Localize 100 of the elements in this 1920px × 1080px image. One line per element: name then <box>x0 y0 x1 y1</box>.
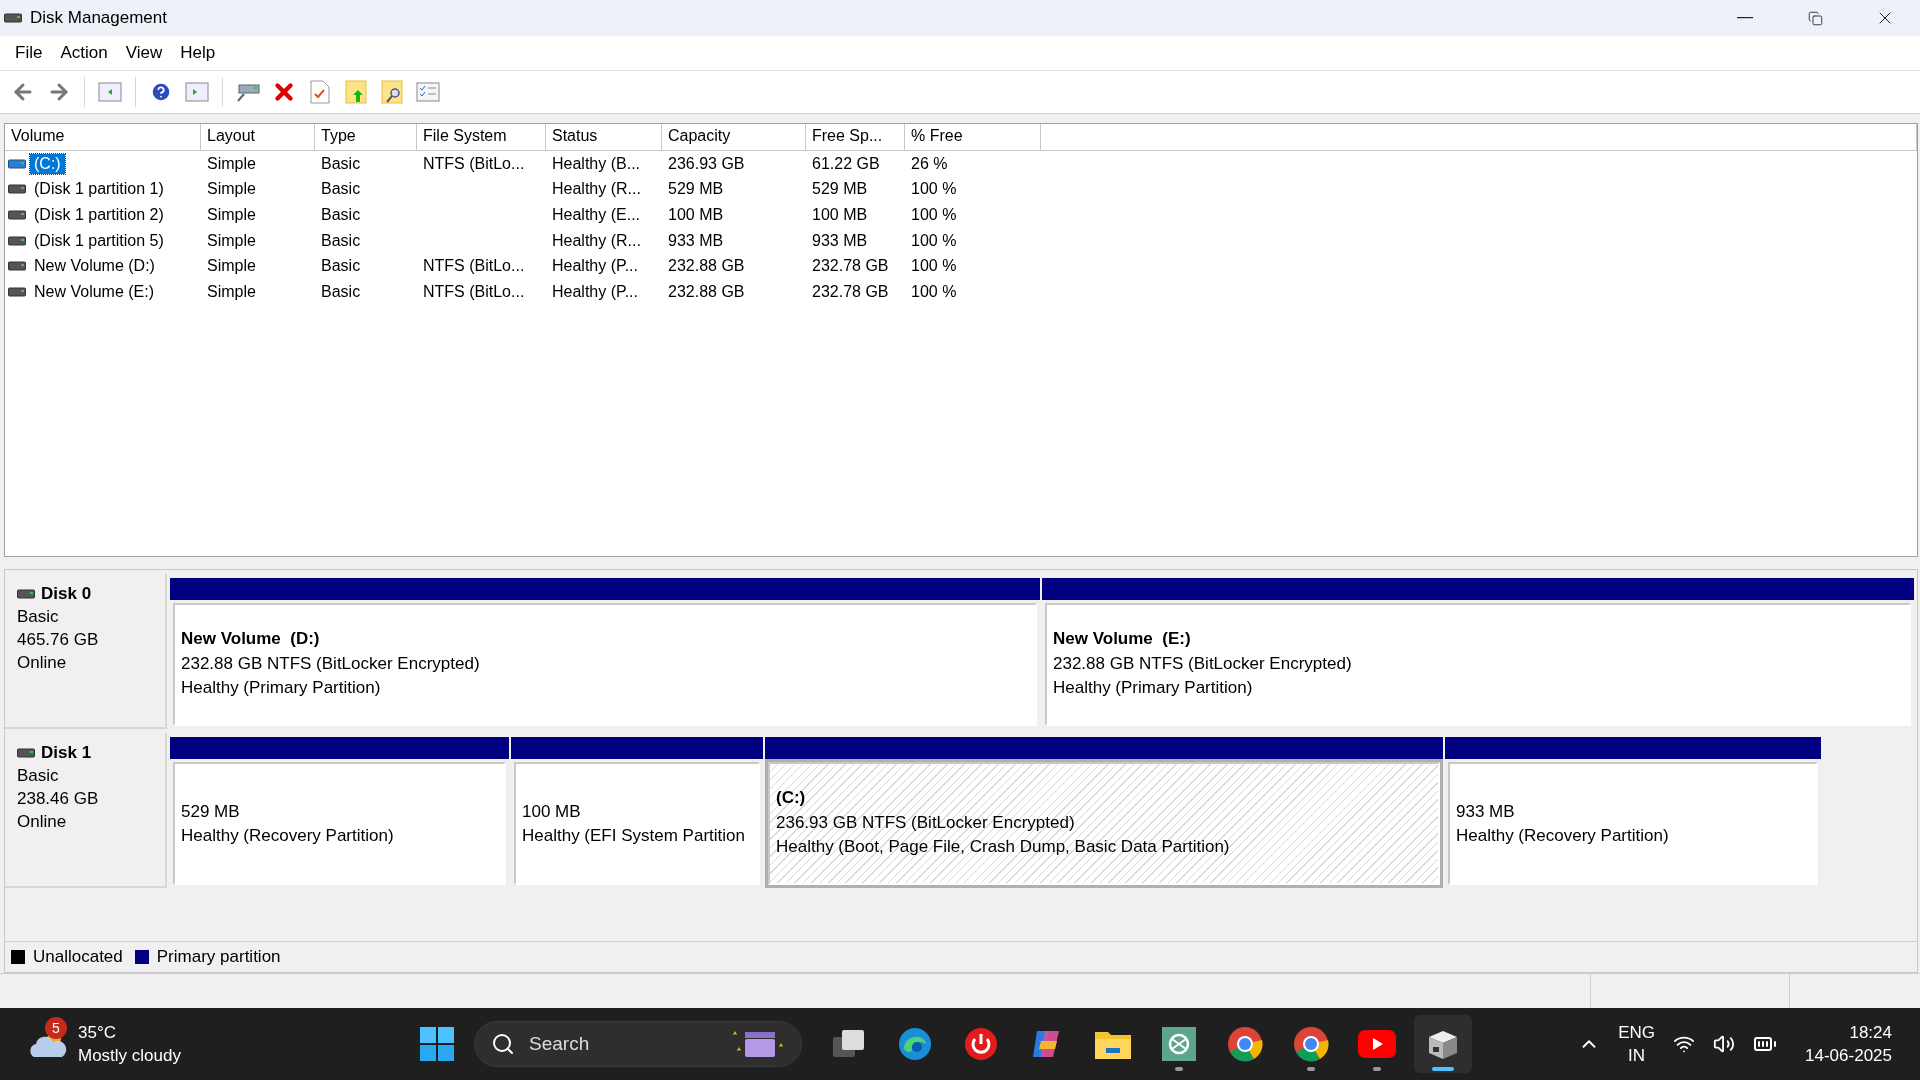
column-header[interactable]: File System <box>417 124 546 150</box>
table-cell-text: Basic <box>320 257 362 276</box>
partition-detail: 529 MB <box>181 800 241 823</box>
drive-label[interactable]: (Disk 1 partition 2) <box>30 205 168 225</box>
table-cell-text: 933 MB <box>811 231 869 250</box>
table-cell-text: 100 % <box>910 282 958 301</box>
clock-time[interactable]: 18:24 <box>1849 1021 1892 1044</box>
menu-item[interactable]: Action <box>51 39 117 67</box>
disk-status: Online <box>17 812 68 832</box>
table-cell-text: 100 % <box>910 231 958 250</box>
table-cell-text: Healthy (P... <box>551 282 639 301</box>
menu-item[interactable]: File <box>6 39 52 67</box>
table-cell-text: Healthy (R... <box>551 180 642 199</box>
table-cell-text: Healthy (R... <box>551 231 642 250</box>
drive-label[interactable]: (C:) <box>30 153 65 174</box>
table-cell-text: 529 MB <box>667 180 725 199</box>
column-header[interactable]: Capacity <box>662 124 806 150</box>
disk-name: Disk 1 <box>41 743 92 763</box>
minimize-icon <box>1737 17 1753 19</box>
language-indicator[interactable]: ENG <box>1618 1021 1656 1044</box>
partition-block[interactable]: 100 MB Healthy (EFI System Partition <box>514 762 760 885</box>
speaker-icon[interactable] <box>1713 1033 1736 1055</box>
menu-item[interactable]: View <box>116 39 172 67</box>
partition-health: Healthy (Primary Partition) <box>181 677 382 699</box>
disk-label-panel[interactable]: Disk 0 Basic 465.76 GB Online <box>5 574 167 729</box>
table-cell-text: 236.93 GB <box>667 154 746 173</box>
play-icon <box>1358 1030 1396 1058</box>
region-indicator[interactable]: IN <box>1628 1044 1646 1067</box>
table-cell-text: 933 MB <box>667 231 725 250</box>
partition-detail: 100 MB <box>522 800 582 823</box>
partition-detail: 232.88 GB NTFS (BitLocker Encrypted) <box>1053 653 1353 675</box>
table-cell-text: Basic <box>320 231 362 250</box>
table-cell-text: Simple <box>206 257 257 276</box>
table-cell-text: Simple <box>206 206 257 224</box>
partition-title: New Volume (D:) <box>181 629 321 649</box>
column-header[interactable]: Type <box>315 124 417 150</box>
table-cell-text: 100 % <box>910 180 958 199</box>
legend-label: Unallocated <box>33 947 123 967</box>
table-cell-text: Simple <box>206 154 257 173</box>
table-cell-text: 232.78 GB <box>811 282 890 301</box>
partition-title: New Volume (E:) <box>1053 629 1192 649</box>
partition-block[interactable]: New Volume (D:) 232.88 GB NTFS (BitLocker Encrypted) Healthy (Primary Partition) <box>173 603 1037 726</box>
table-cell-text: Basic <box>320 282 362 301</box>
drive-label[interactable]: New Volume (E:) <box>30 281 159 302</box>
column-header[interactable]: Free Sp... <box>806 124 905 150</box>
partition-health: Healthy (Boot, Page File, Crash Dump, Basic Data Partition) <box>776 836 1231 858</box>
disk-name: Disk 0 <box>41 584 92 604</box>
table-cell-text: 529 MB <box>811 180 869 199</box>
restore-icon <box>1807 10 1823 26</box>
partition-block[interactable]: 529 MB Healthy (Recovery Partition) <box>173 762 506 885</box>
table-cell-text: 61.22 GB <box>811 154 881 173</box>
table-cell-text: Basic <box>320 206 362 224</box>
partition-health: Healthy (EFI System Partition <box>522 824 746 847</box>
table-cell-text: 100 % <box>910 257 958 276</box>
column-header[interactable]: % Free <box>905 124 1041 150</box>
table-cell-text: Basic <box>320 154 362 173</box>
notification-badge: 5 <box>45 1017 67 1039</box>
search-field[interactable]: Search <box>527 1032 717 1056</box>
table-cell-text: 100 % <box>910 206 958 224</box>
partition-block[interactable]: (C:) 236.93 GB NTFS (BitLocker Encrypted) Healthy (Boot, Page File, Crash Dump, Basic Data Partition) <box>768 762 1440 885</box>
table-cell-text: Simple <box>206 282 257 301</box>
window-title: Disk Management <box>30 8 168 28</box>
taskbar-app-button[interactable] <box>1414 1015 1472 1073</box>
drive-label[interactable]: New Volume (D:) <box>30 256 159 277</box>
partition-block[interactable]: 933 MB Healthy (Recovery Partition) <box>1448 762 1818 885</box>
table-cell-text: NTFS (BitLo... <box>422 257 526 276</box>
power-icon <box>964 1027 998 1061</box>
table-cell-text: 232.88 GB <box>667 257 746 276</box>
menu-item[interactable]: Help <box>171 39 225 67</box>
disk-type: Basic <box>17 607 60 627</box>
disk-type: Basic <box>17 766 60 786</box>
table-cell-text: Healthy (B... <box>551 154 642 173</box>
table-cell-text: 100 MB <box>811 206 869 224</box>
windows-logo-icon <box>419 1026 455 1062</box>
partition-title: (C:) <box>776 788 807 808</box>
wave-circle-icon <box>898 1027 932 1061</box>
drive-label[interactable]: (Disk 1 partition 1) <box>30 179 168 200</box>
disk-size: 238.46 GB <box>17 789 100 809</box>
clock-date[interactable]: 14-06-2025 <box>1805 1044 1892 1067</box>
table-cell-text: NTFS (BitLo... <box>422 282 526 301</box>
table-cell-text: 26 % <box>910 154 949 173</box>
partition-detail: 236.93 GB NTFS (BitLocker Encrypted) <box>776 812 1076 834</box>
partition-detail: 232.88 GB NTFS (BitLocker Encrypted) <box>181 653 481 675</box>
legend-label: Primary partition <box>156 947 281 967</box>
column-header[interactable]: Layout <box>201 124 315 150</box>
partition-detail: 933 MB <box>1456 800 1516 823</box>
table-cell-text: 100 MB <box>667 206 725 224</box>
column-header[interactable]: Volume <box>5 124 201 150</box>
drive-label[interactable]: (Disk 1 partition 5) <box>30 230 168 251</box>
disk-label-panel[interactable]: Disk 1 Basic 238.46 GB Online <box>5 733 167 888</box>
ring-icon <box>1293 1026 1329 1062</box>
partition-health: Healthy (Recovery Partition) <box>1456 824 1670 847</box>
partition-block[interactable]: New Volume (E:) 232.88 GB NTFS (BitLocker Encrypted) Healthy (Primary Partition) <box>1045 603 1911 726</box>
search-icon <box>491 1032 515 1056</box>
column-header[interactable]: Status <box>546 124 662 150</box>
table-cell-text: 232.88 GB <box>667 282 746 301</box>
table-cell-text: Simple <box>206 231 257 250</box>
table-cell-text: 232.78 GB <box>811 257 890 276</box>
partition-health: Healthy (Primary Partition) <box>1053 677 1254 699</box>
search-bar[interactable]: Search <box>474 1021 802 1067</box>
